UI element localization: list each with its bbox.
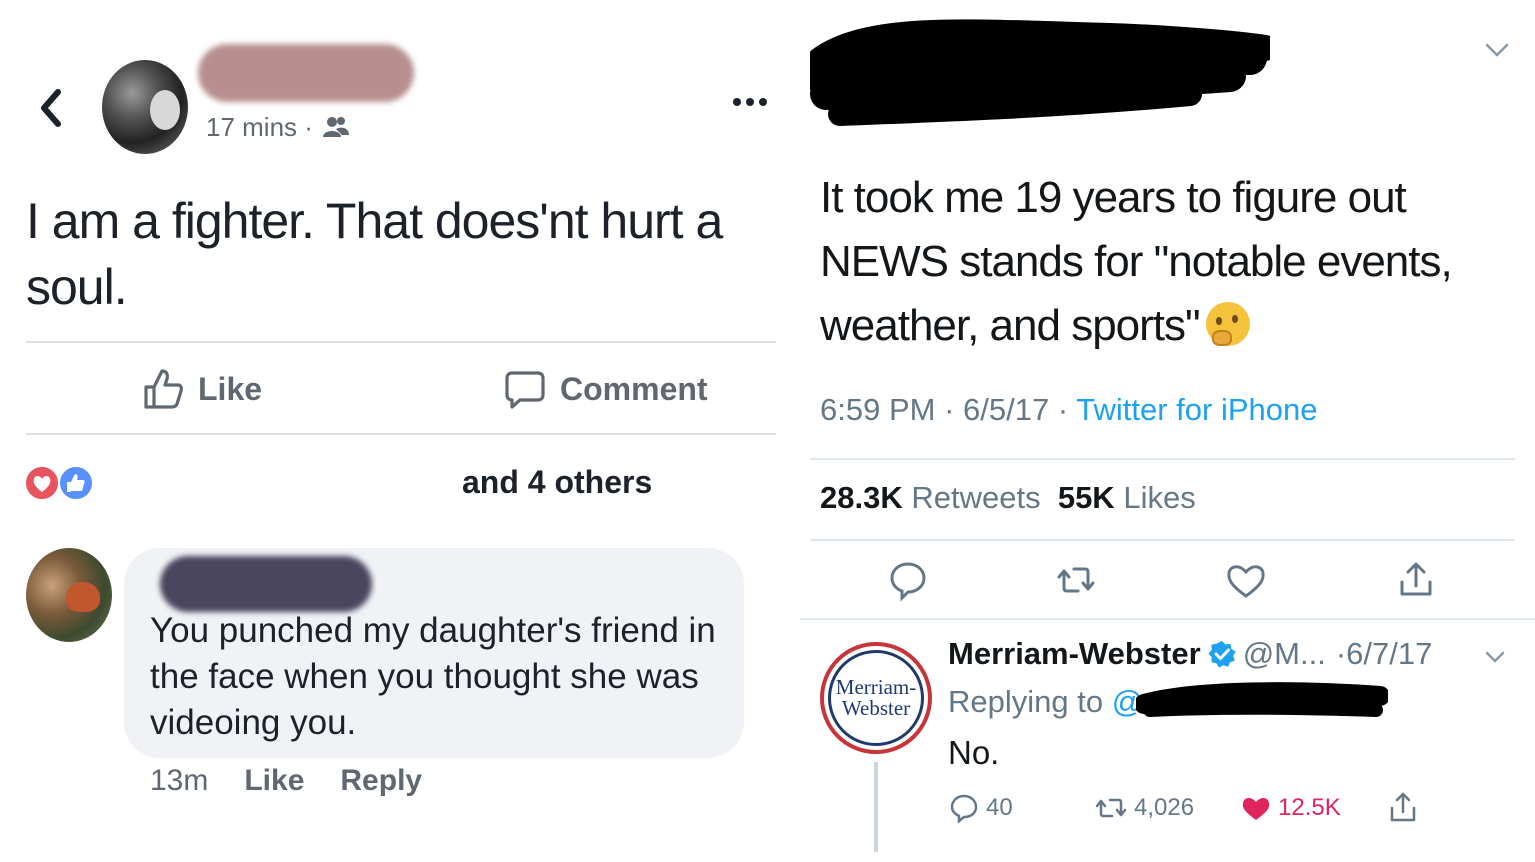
reply-icon [950,794,978,824]
retweets-count-reply: 4,026 [1134,794,1195,821]
comment-bubble-icon [505,371,545,409]
facebook-post-panel: 17 mins · I am a fighter. That does'nt h… [0,0,790,862]
comment-button[interactable]: Comment [504,366,708,412]
logo-line-1: Merriam- [835,675,917,699]
more-options-icon[interactable] [730,92,770,112]
logo-line-2: Webster [841,696,911,720]
divider [810,539,1515,541]
comment-time: 13m [150,764,209,797]
like-label: Like [198,370,263,407]
friends-audience-icon [323,117,349,137]
tweet-stats: 28.3K Retweets 55K Likes [820,480,1196,516]
replying-to: Replying to @ [948,684,1143,720]
post-timestamp: 17 mins · [206,112,313,142]
heart-filled-icon [1242,797,1270,820]
poster-name-redacted [198,44,414,102]
divider [26,341,776,343]
back-chevron-icon[interactable] [36,86,66,130]
tweet-text: It took me 19 years to figure out NEWS s… [820,166,1520,358]
merriam-webster-logo: Merriam- Webster [828,650,924,746]
share-icon[interactable] [1394,558,1438,602]
comment-text: You punched my daughter's friend in the … [150,611,716,742]
divider [26,433,776,435]
tweet-body: It took me 19 years to figure out NEWS s… [820,173,1453,350]
share-icon[interactable] [1386,790,1420,826]
tweet-time: 6:59 PM [820,392,936,427]
twitter-post-panel: It took me 19 years to figure out NEWS s… [790,0,1535,862]
divider [810,458,1515,460]
thread-line [874,762,878,852]
tweet-date: 6/5/17 [963,392,1050,427]
reply-retweet-button[interactable]: 4,026 [1094,790,1194,826]
retweet-icon[interactable] [1054,558,1098,602]
post-text: I am a fighter. That does'nt hurt a soul… [26,193,723,315]
retweet-icon [1095,798,1127,818]
retweets-label[interactable]: Retweets [911,480,1040,515]
merriam-webster-avatar[interactable]: Merriam- Webster [820,642,932,754]
reply-date: ·6/7/17 [1335,636,1433,671]
redacted-username-scribble [810,19,1270,126]
comment-label: Comment [560,370,708,407]
comment-meta: 13m Like Reply [150,764,422,798]
tweet-options-chevron-icon[interactable] [1484,40,1510,60]
reaction-icons[interactable] [24,464,98,502]
reactions-summary[interactable]: and 4 others [462,464,652,501]
reply-text: No. [948,734,1000,771]
divider [800,618,1535,620]
poster-avatar[interactable] [102,60,188,154]
replies-count: 40 [986,794,1013,821]
retweets-count[interactable]: 28.3K [820,480,903,515]
like-heart-icon[interactable] [1224,558,1268,602]
likes-label[interactable]: Likes [1123,480,1195,515]
commenter-name-redacted [160,556,372,612]
redacted-handle-scribble [1136,682,1388,717]
reply-icon[interactable] [886,558,930,602]
reply-header: Merriam-Webster @M... ·6/7/17 [948,636,1432,672]
reply-replies-button[interactable]: 40 [948,790,1013,826]
meta-separator: · [1057,392,1069,427]
reply-like-button[interactable]: 12.5K [1240,790,1341,826]
thumbs-up-icon [144,369,183,409]
meta-separator: · [944,392,955,427]
likes-count-reply: 12.5K [1278,794,1341,821]
verified-badge-icon [1208,641,1236,668]
tweet-source-link[interactable]: Twitter for iPhone [1076,392,1317,427]
replying-prefix: Replying to [948,684,1104,719]
commenter-avatar[interactable] [26,548,112,642]
tweet-meta: 6:59 PM · 6/5/17 · Twitter for iPhone [820,392,1317,428]
like-button[interactable]: Like [142,366,262,412]
reply-options-chevron-icon[interactable] [1484,648,1506,666]
likes-count[interactable]: 55K [1058,480,1115,515]
thinking-face-emoji-icon [1205,302,1250,346]
reply-author-name[interactable]: Merriam-Webster [948,636,1201,672]
comment-like-link[interactable]: Like [244,764,304,798]
comment-reply-link[interactable]: Reply [340,764,422,798]
reply-author-handle[interactable]: @M... [1243,636,1326,672]
